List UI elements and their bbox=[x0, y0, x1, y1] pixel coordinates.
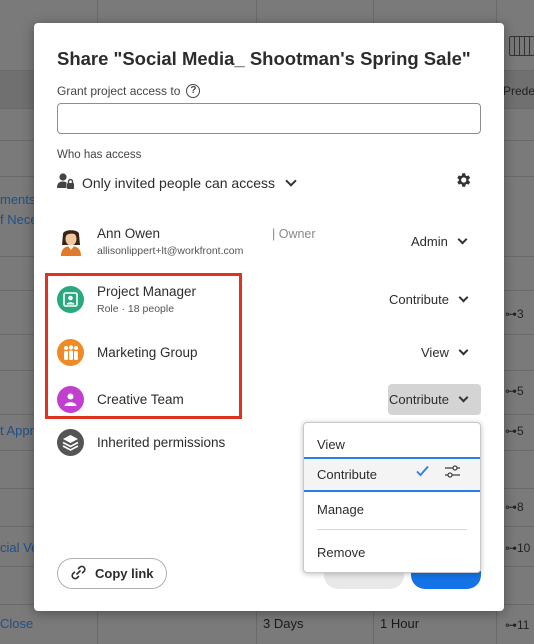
permission-dropdown-creative-team[interactable]: Contribute bbox=[389, 392, 469, 407]
permission-dropdown-owner[interactable]: Admin bbox=[411, 234, 468, 249]
bg-predecessor: ⊶11 bbox=[505, 618, 530, 632]
grid-view-icon[interactable] bbox=[509, 36, 534, 56]
grant-access-input[interactable] bbox=[57, 103, 481, 134]
sliders-icon[interactable] bbox=[444, 464, 461, 483]
permission-label: View bbox=[421, 345, 449, 360]
permission-dropdown-marketing-group[interactable]: View bbox=[421, 345, 469, 360]
gear-icon[interactable] bbox=[454, 171, 472, 194]
cancel-button[interactable] bbox=[324, 571, 404, 589]
permission-label: Contribute bbox=[389, 392, 449, 407]
access-setting-label: Only invited people can access bbox=[82, 174, 275, 191]
permission-dropdown-project-manager[interactable]: Contribute bbox=[389, 292, 469, 307]
menu-item-view[interactable]: View bbox=[304, 429, 480, 459]
copy-link-label: Copy link bbox=[95, 566, 154, 581]
restricted-access-icon bbox=[57, 172, 74, 193]
grant-access-label-text: Grant project access to bbox=[57, 84, 181, 98]
dialog-title: Share "Social Media_ Shootman's Spring S… bbox=[57, 48, 471, 69]
bg-predecessor: ⊶10 bbox=[505, 541, 531, 555]
bg-predecessors-header: Prede bbox=[503, 84, 534, 98]
user-avatar-icon bbox=[57, 228, 84, 256]
access-entry-owner: Ann Owen allisonlippert+lt@workfront.com bbox=[57, 226, 243, 257]
permission-menu: View Contribute Manage Remove bbox=[303, 422, 481, 573]
bg-task-link[interactable]: Close bbox=[0, 616, 33, 631]
chevron-down-icon bbox=[285, 174, 297, 187]
bg-task-link[interactable]: f Nece bbox=[0, 212, 38, 227]
bg-task-link[interactable]: cial Ve bbox=[0, 540, 38, 555]
annotation-highlight-box bbox=[45, 273, 242, 419]
access-setting-dropdown[interactable]: Only invited people can access bbox=[57, 172, 297, 193]
layers-icon bbox=[57, 429, 84, 456]
entry-email: allisonlippert+lt@workfront.com bbox=[97, 245, 244, 257]
checkmark-icon bbox=[416, 465, 429, 480]
permission-label: Contribute bbox=[389, 292, 449, 307]
menu-item-remove[interactable]: Remove bbox=[304, 537, 480, 567]
menu-divider bbox=[317, 529, 467, 530]
owner-tag: | Owner bbox=[272, 227, 316, 241]
permission-label: Admin bbox=[411, 234, 448, 249]
chevron-down-icon bbox=[458, 345, 469, 356]
chevron-down-icon bbox=[458, 292, 469, 303]
bg-predecessor: ⊶8 bbox=[505, 500, 524, 514]
inherited-permissions-label: Inherited permissions bbox=[97, 435, 226, 450]
bg-predecessor: ⊶5 bbox=[505, 424, 524, 438]
menu-item-manage[interactable]: Manage bbox=[304, 494, 480, 524]
bg-work: 1 Hour bbox=[380, 616, 420, 631]
grant-access-label: Grant project access to ? bbox=[57, 84, 201, 98]
chevron-down-icon bbox=[457, 234, 468, 245]
bg-duration: 3 Days bbox=[263, 616, 304, 631]
entry-name: Ann Owen bbox=[97, 226, 161, 241]
bg-task-link[interactable]: t Appr bbox=[0, 423, 34, 438]
link-icon bbox=[70, 564, 87, 584]
who-has-access-label: Who has access bbox=[57, 149, 142, 161]
bg-predecessor: ⊶5 bbox=[505, 384, 524, 398]
menu-item-contribute[interactable]: Contribute bbox=[304, 457, 480, 492]
help-icon[interactable]: ? bbox=[186, 84, 201, 98]
chevron-down-icon bbox=[458, 392, 469, 403]
bg-predecessor: ⊶3 bbox=[505, 307, 524, 321]
save-button[interactable] bbox=[411, 571, 481, 589]
copy-link-button[interactable]: Copy link bbox=[57, 558, 167, 589]
inherited-permissions-toggle[interactable]: Inherited permissions bbox=[57, 429, 225, 456]
menu-item-label: Contribute bbox=[317, 467, 377, 482]
